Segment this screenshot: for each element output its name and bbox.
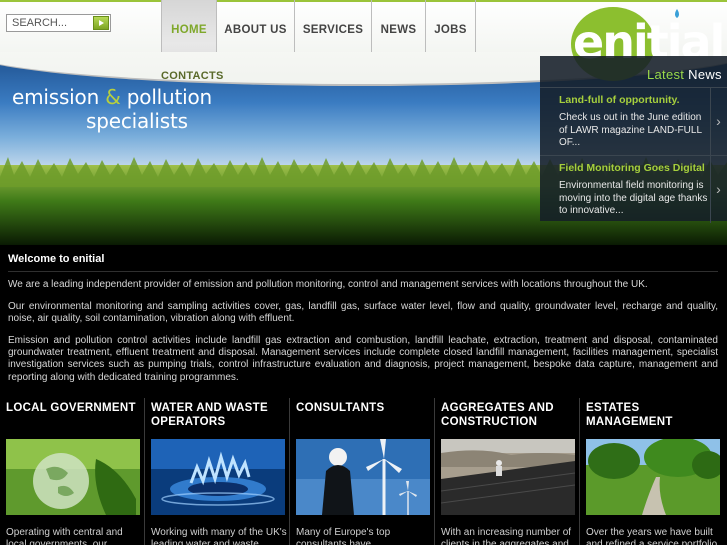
chevron-right-icon[interactable]: ›	[710, 156, 726, 223]
water-splash-image[interactable]	[151, 439, 285, 515]
news-item-title[interactable]: Land-full of opportunity.	[559, 94, 680, 106]
welcome-paragraph: Emission and pollution control activitie…	[8, 335, 718, 383]
hero-tagline-line1: emission & pollution	[12, 85, 213, 109]
search-go-button[interactable]	[93, 16, 109, 30]
countryside-path-image[interactable]	[586, 439, 720, 515]
sector-categories: LOCAL GOVERNMENT Operating with central …	[0, 398, 727, 545]
category-description: With an increasing number of clients in …	[441, 527, 572, 545]
category-aggregates-construction[interactable]: AGGREGATES AND CONSTRUCTION With an incr…	[435, 398, 580, 545]
category-title[interactable]: CONSULTANTS	[296, 402, 426, 416]
search-box	[6, 14, 111, 32]
category-description: Over the years we have built and refined…	[586, 527, 718, 545]
chevron-right-icon[interactable]: ›	[710, 88, 726, 155]
globe-leaf-image[interactable]	[6, 439, 140, 515]
news-item[interactable]: Field Monitoring Goes Digital Environmen…	[540, 155, 727, 223]
category-title[interactable]: AGGREGATES AND CONSTRUCTION	[441, 402, 571, 429]
latest-news-panel: Latest News Land-full of opportunity. Ch…	[540, 56, 727, 223]
category-estates-management[interactable]: ESTATES MANAGEMENT Over the years we hav…	[580, 398, 725, 545]
wind-turbine-image[interactable]	[296, 439, 430, 515]
news-item-title[interactable]: Field Monitoring Goes Digital	[559, 162, 705, 174]
news-item[interactable]: Land-full of opportunity. Check us out i…	[540, 87, 727, 155]
news-item-summary: Environmental field monitoring is moving…	[559, 180, 708, 216]
category-water-waste[interactable]: WATER AND WASTE OPERATORS Working with m…	[145, 398, 290, 545]
welcome-paragraph: Our environmental monitoring and samplin…	[8, 301, 718, 325]
welcome-heading: Welcome to enitial	[8, 253, 105, 265]
hero-tagline-line2: specialists	[86, 109, 188, 133]
nav-contacts[interactable]: CONTACTS	[161, 70, 224, 82]
welcome-paragraph: We are a leading independent provider of…	[8, 279, 648, 290]
category-description: Operating with central and local governm…	[6, 527, 123, 545]
category-title[interactable]: ESTATES MANAGEMENT	[586, 402, 716, 429]
category-description: Many of Europe's top consultants have	[296, 527, 391, 545]
category-description: Working with many of the UK's leading wa…	[151, 527, 287, 545]
category-title[interactable]: LOCAL GOVERNMENT	[6, 402, 136, 416]
search-input[interactable]	[7, 15, 93, 31]
news-item-summary: Check us out in the June edition of LAWR…	[559, 112, 702, 148]
category-consultants[interactable]: CONSULTANTS Many of Europe's top consult…	[290, 398, 435, 545]
divider	[8, 271, 718, 272]
welcome-section: Welcome to enitial We are a leading inde…	[0, 245, 727, 395]
category-local-government[interactable]: LOCAL GOVERNMENT Operating with central …	[0, 398, 145, 545]
latest-news-heading: Latest News	[647, 67, 722, 82]
category-title[interactable]: WATER AND WASTE OPERATORS	[151, 402, 281, 429]
construction-site-image[interactable]	[441, 439, 575, 515]
